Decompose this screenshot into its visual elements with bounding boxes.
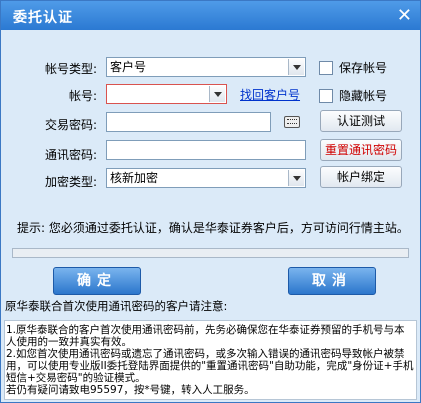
hide-account-checkbox[interactable]: 隐藏帐号	[319, 87, 387, 104]
trade-password-input[interactable]	[106, 112, 271, 132]
chevron-down-icon[interactable]	[209, 86, 225, 102]
comm-password-label: 通讯密码:	[44, 148, 97, 162]
account-type-select[interactable]: 客户号	[106, 57, 306, 77]
find-customer-link[interactable]: 找回客户号	[240, 86, 300, 103]
progress-bar	[12, 248, 409, 258]
chevron-down-icon[interactable]	[288, 59, 304, 75]
encrypt-type-select[interactable]: 核新加密	[106, 168, 306, 188]
window-title: 委托认证	[13, 10, 73, 26]
notice-box: 1.原华泰联合的客户首次使用通讯密码前，先务必确保您在华泰证券预留的手机号与本人…	[4, 320, 417, 400]
chevron-down-icon[interactable]	[288, 170, 304, 186]
reset-comm-password-button[interactable]: 重置通讯密码	[320, 139, 402, 161]
notice-line: 2.如您首次使用通讯密码或遗忘了通讯密码，或多次输入错误的通讯密码导致帐户被禁用…	[6, 348, 414, 384]
bind-account-button[interactable]: 帐户绑定	[320, 166, 402, 188]
hint-text: 提示: 您必须通过委托认证，确认是华泰证券客户后，方可访问行情主站。	[17, 221, 409, 235]
save-account-label: 保存帐号	[339, 61, 388, 75]
cancel-button[interactable]: 取消	[288, 267, 376, 295]
keyboard-icon[interactable]	[284, 116, 300, 128]
notice-line: 1.原华泰联合的客户首次使用通讯密码前，先务必确保您在华泰证券预留的手机号与本人…	[6, 324, 405, 348]
checkbox-box[interactable]	[319, 88, 333, 103]
encrypt-type-label: 加密类型:	[44, 175, 97, 189]
trade-password-label: 交易密码:	[44, 118, 97, 132]
account-type-label: 帐号类型:	[44, 62, 97, 76]
auth-test-button[interactable]: 认证测试	[320, 110, 402, 132]
comm-password-input[interactable]	[106, 140, 306, 160]
account-input[interactable]	[106, 84, 227, 104]
account-type-value: 客户号	[110, 60, 147, 74]
notice-line: 若仍有疑问请致电95597，按*号键，转入人工服务。	[6, 384, 255, 396]
hide-account-label: 隐藏帐号	[339, 89, 388, 103]
title-bar[interactable]: 委托认证 ✕	[1, 1, 420, 30]
save-account-checkbox[interactable]: 保存帐号	[319, 59, 387, 76]
checkbox-box[interactable]	[319, 60, 333, 75]
notice-title: 原华泰联合首次使用通讯密码的客户请注意:	[5, 299, 228, 313]
account-label: 帐号:	[68, 89, 97, 103]
ok-button[interactable]: 确定	[53, 267, 141, 295]
encrypt-type-value: 核新加密	[110, 171, 159, 185]
auth-dialog: 委托认证 ✕ 帐号类型: 客户号 保存帐号 帐号: 找回客户号 隐藏帐号 交易密…	[0, 0, 421, 403]
close-icon[interactable]: ✕	[397, 5, 412, 26]
